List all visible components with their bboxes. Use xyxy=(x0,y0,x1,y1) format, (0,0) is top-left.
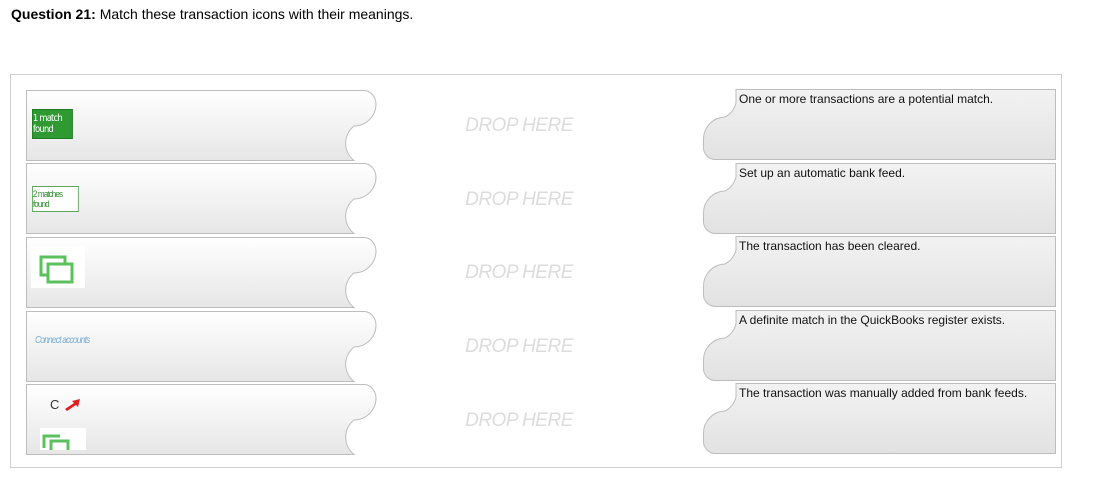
icon-label: 1 match found xyxy=(32,113,63,135)
icon-label: 2 matches found xyxy=(32,189,63,209)
question-text: Match these transaction icons with their… xyxy=(99,6,414,22)
tile-shape xyxy=(26,311,377,382)
stacked-windows-icon xyxy=(40,428,86,455)
meaning-tile: The transaction has been cleared. xyxy=(703,236,1057,307)
question-header: Question 21: Match these transaction ico… xyxy=(11,6,413,22)
draggable-icon-tile[interactable]: Connect accounts xyxy=(26,311,377,382)
icon-label: C xyxy=(50,397,60,412)
icon-label: Connect accounts xyxy=(35,335,90,346)
meaning-text: The transaction was manually added from … xyxy=(739,386,1028,400)
drop-zone[interactable]: DROP HERE xyxy=(424,262,614,284)
red-arrow-icon xyxy=(64,398,80,411)
meaning-tile: The transaction was manually added from … xyxy=(703,383,1057,454)
question-number: Question 21: xyxy=(11,6,96,22)
drop-zone[interactable]: DROP HERE xyxy=(424,410,614,432)
meaning-tile: One or more transactions are a potential… xyxy=(703,89,1057,160)
meaning-tile: Set up an automatic bank feed. xyxy=(703,163,1057,234)
drop-zone[interactable]: DROP HERE xyxy=(424,115,614,137)
drop-zone[interactable]: DROP HERE xyxy=(424,336,614,358)
draggable-icon-tile[interactable]: 2 matches found xyxy=(26,163,377,234)
meaning-text: One or more transactions are a potential… xyxy=(739,92,994,106)
meaning-text: A definite match in the QuickBooks regis… xyxy=(739,313,1006,327)
draggable-icon-tile[interactable] xyxy=(26,237,377,308)
connect-accounts-icon: Connect accounts xyxy=(35,335,99,346)
drop-zone[interactable]: DROP HERE xyxy=(424,189,614,211)
draggable-icon-tile[interactable]: 1 match found xyxy=(26,90,377,161)
meaning-tile: A definite match in the QuickBooks regis… xyxy=(703,310,1057,381)
matches-found-icon: 2 matches found xyxy=(32,186,84,212)
stacked-windows-icon xyxy=(31,246,85,293)
match-found-icon: 1 match found xyxy=(32,109,80,139)
draggable-icon-tile[interactable]: C xyxy=(26,384,377,455)
meaning-text: Set up an automatic bank feed. xyxy=(739,166,906,180)
meaning-text: The transaction has been cleared. xyxy=(739,239,921,253)
cleared-c-icon: C xyxy=(50,396,82,414)
